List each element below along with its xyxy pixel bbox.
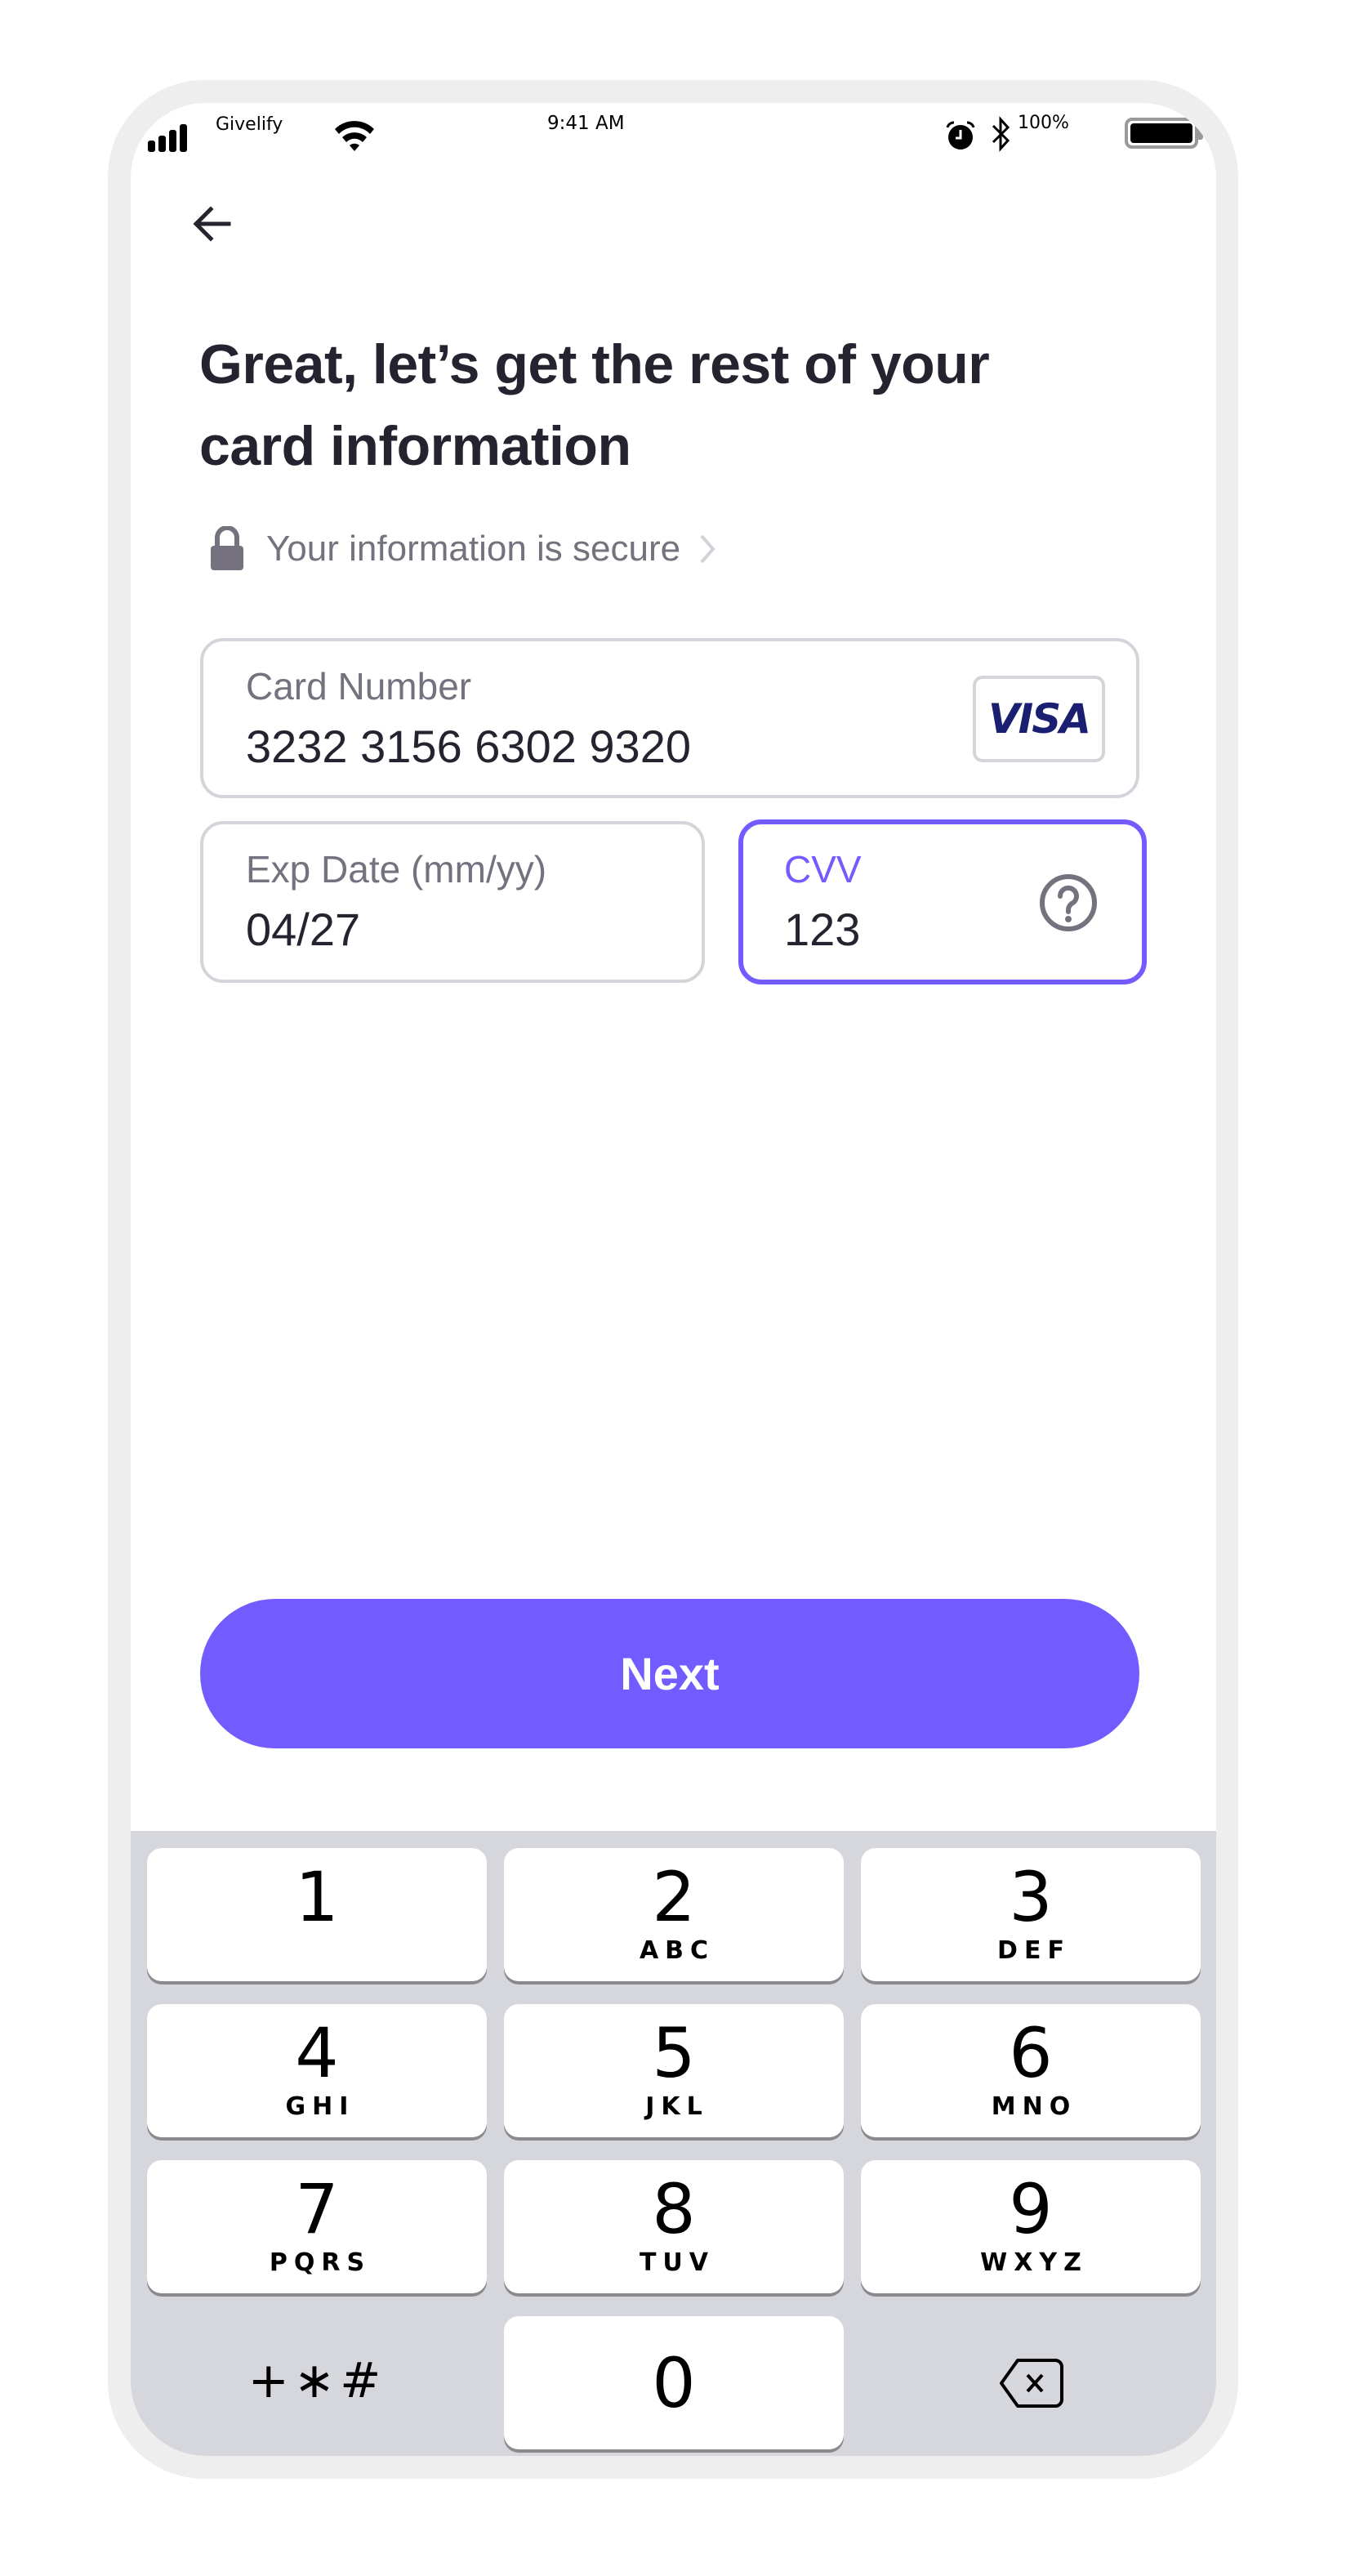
exp-date-field[interactable]: Exp Date (mm/yy) 04/27 [200, 821, 705, 983]
security-info-link[interactable]: Your information is secure [209, 526, 716, 572]
bluetooth-icon [992, 116, 1010, 152]
numeric-keypad: 1 2 ABC 3 DEF 4 GHI 5 JKL 6 MNO 7 PQRS 8 [131, 1831, 1216, 2456]
signal-icon [148, 124, 187, 152]
next-button[interactable]: Next [200, 1599, 1139, 1748]
key-letters: DEF [997, 1936, 1071, 1965]
key-digit: 7 [295, 2169, 339, 2249]
alarm-icon [946, 121, 975, 150]
battery-percent: 100% [1018, 113, 1069, 133]
phone-screen: Givelify 9:41 AM 100% Great, let’s get t… [131, 103, 1216, 2456]
page-title: Great, let’s get the rest of your card i… [199, 333, 990, 477]
card-number-label: Card Number [246, 665, 472, 708]
key-5[interactable]: 5 JKL [504, 2004, 844, 2137]
card-number-value: 3232 3156 6302 9320 [246, 721, 691, 772]
status-time: 9:41 AM [547, 113, 625, 134]
key-letters: WXYZ [980, 2248, 1088, 2277]
key-digit: 4 [295, 2013, 339, 2093]
key-letters: GHI [285, 2092, 355, 2121]
key-6[interactable]: 6 MNO [861, 2004, 1201, 2137]
cvv-field[interactable]: CVV 123 [738, 819, 1147, 984]
key-digit: 3 [1009, 1857, 1053, 1937]
key-1[interactable]: 1 [147, 1848, 487, 1981]
card-number-field[interactable]: Card Number 3232 3156 6302 9320 VISA [200, 638, 1139, 798]
key-digit: 8 [652, 2169, 696, 2249]
key-digit: 9 [1009, 2169, 1053, 2249]
key-4[interactable]: 4 GHI [147, 2004, 487, 2137]
key-delete[interactable] [861, 2316, 1201, 2449]
back-arrow-icon[interactable] [188, 199, 237, 248]
key-3[interactable]: 3 DEF [861, 1848, 1201, 1981]
key-letters: ABC [639, 1936, 715, 1965]
key-2[interactable]: 2 ABC [504, 1848, 844, 1981]
key-digit: 6 [1009, 2013, 1053, 2093]
battery-icon [1125, 118, 1203, 149]
card-brand-label: VISA [987, 695, 1091, 743]
lock-icon [211, 526, 243, 570]
security-info-label: Your information is secure [266, 529, 681, 569]
key-0[interactable]: 0 [504, 2316, 844, 2449]
exp-date-value: 04/27 [246, 904, 361, 955]
key-letters: TUV [639, 2248, 715, 2277]
key-digit: 0 [652, 2342, 696, 2423]
key-7[interactable]: 7 PQRS [147, 2160, 487, 2293]
wifi-icon [335, 121, 374, 151]
key-letters: MNO [991, 2092, 1077, 2121]
key-digit: 5 [652, 2013, 696, 2093]
cvv-label: CVV [784, 848, 862, 891]
carrier-name: Givelify [216, 114, 283, 135]
visa-logo-icon: VISA [973, 676, 1105, 762]
chevron-right-icon [700, 534, 715, 564]
cvv-value: 123 [784, 904, 861, 955]
key-8[interactable]: 8 TUV [504, 2160, 844, 2293]
question-circle-icon[interactable] [1039, 873, 1098, 932]
key-symbols[interactable]: +∗# [147, 2316, 487, 2449]
backspace-icon [1000, 2359, 1063, 2408]
exp-date-label: Exp Date (mm/yy) [246, 848, 547, 891]
key-digit: 1 [295, 1857, 339, 1937]
key-digit: 2 [652, 1857, 696, 1937]
key-letters: PQRS [269, 2248, 372, 2277]
key-9[interactable]: 9 WXYZ [861, 2160, 1201, 2293]
symbols-label: +∗# [247, 2352, 386, 2409]
key-letters: JKL [645, 2092, 709, 2121]
status-bar: Givelify 9:41 AM 100% [131, 103, 1216, 168]
